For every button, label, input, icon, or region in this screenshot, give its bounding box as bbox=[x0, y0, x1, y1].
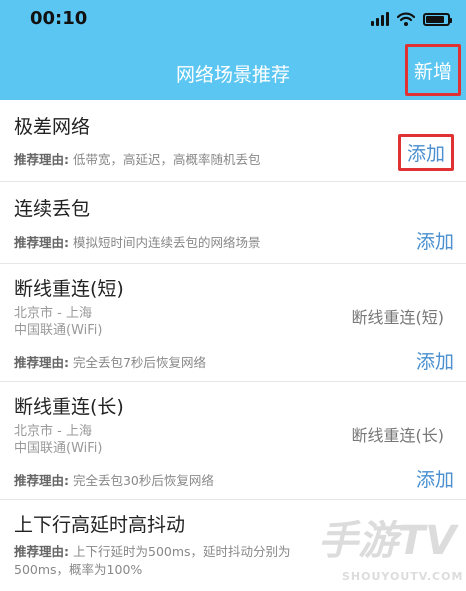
item-reason: 推荐理由: 完全丢包30秒后恢复网络 bbox=[14, 471, 214, 490]
item-carrier: 中国联通(WiFi) bbox=[14, 323, 103, 338]
item-reason: 推荐理由: 上下行延时为500ms，延时抖动分别为 bbox=[14, 542, 291, 561]
reason-text: 完全丢包30秒后恢复网络 bbox=[72, 473, 214, 488]
scene-list: 极差网络 推荐理由: 低带宽，高延迟，高概率随机丢包 添加 连续丢包 推荐理由:… bbox=[0, 100, 466, 577]
signal-icon bbox=[371, 12, 389, 26]
status-icons bbox=[371, 10, 452, 28]
item-location: 北京市 - 上海 bbox=[14, 306, 92, 321]
item-reason: 推荐理由: 完全丢包7秒后恢复网络 bbox=[14, 353, 206, 372]
item-title: 断线重连(短) bbox=[14, 278, 124, 300]
item-carrier: 中国联通(WiFi) bbox=[14, 441, 103, 456]
reason-text-line2: 500ms，概率为100% bbox=[14, 562, 143, 577]
page-title: 网络场景推荐 bbox=[175, 64, 290, 86]
add-button[interactable]: 添加 bbox=[416, 227, 454, 254]
item-title: 断线重连(长) bbox=[14, 396, 124, 418]
list-item: 连续丢包 推荐理由: 模拟短时间内连续丢包的网络场景 添加 bbox=[0, 182, 466, 264]
reason-text: 完全丢包7秒后恢复网络 bbox=[72, 355, 206, 370]
header: 00:10 网络场景推荐 新增 bbox=[0, 0, 466, 100]
reason-label: 推荐理由: bbox=[14, 473, 69, 488]
add-button[interactable]: 添加 bbox=[416, 347, 454, 374]
wifi-icon bbox=[397, 12, 415, 26]
reason-text: 模拟短时间内连续丢包的网络场景 bbox=[72, 235, 261, 250]
list-item: 断线重连(短) 北京市 - 上海 中国联通(WiFi) 断线重连(短) 推荐理由… bbox=[0, 264, 466, 382]
watermark-logo: 手游TV SHOUYOUTV.COM bbox=[318, 508, 463, 588]
item-title: 连续丢包 bbox=[14, 198, 91, 220]
item-scene: 断线重连(短) bbox=[351, 308, 445, 327]
reason-label: 推荐理由: bbox=[14, 544, 69, 559]
reason-text: 低带宽，高延迟，高概率随机丢包 bbox=[72, 152, 261, 167]
item-location: 北京市 - 上海 bbox=[14, 424, 92, 439]
reason-text: 上下行延时为500ms，延时抖动分别为 bbox=[72, 544, 291, 559]
add-button[interactable]: 添加 bbox=[416, 465, 454, 492]
watermark-sub: SHOUYOUTV.COM bbox=[342, 570, 464, 583]
item-reason: 推荐理由: 低带宽，高延迟，高概率随机丢包 bbox=[14, 150, 261, 169]
item-title: 极差网络 bbox=[14, 116, 91, 138]
item-title: 上下行高延时高抖动 bbox=[14, 514, 186, 536]
status-bar: 00:10 bbox=[0, 0, 466, 38]
status-time: 00:10 bbox=[30, 8, 88, 29]
new-button[interactable]: 新增 bbox=[405, 44, 461, 96]
add-button[interactable]: 添加 bbox=[397, 134, 454, 171]
reason-label: 推荐理由: bbox=[14, 355, 69, 370]
reason-label: 推荐理由: bbox=[14, 235, 69, 250]
list-item: 极差网络 推荐理由: 低带宽，高延迟，高概率随机丢包 添加 bbox=[0, 100, 466, 182]
item-reason: 推荐理由: 模拟短时间内连续丢包的网络场景 bbox=[14, 233, 261, 252]
watermark-main: 手游TV bbox=[318, 518, 457, 564]
reason-label: 推荐理由: bbox=[14, 152, 69, 167]
battery-icon bbox=[423, 12, 452, 26]
list-item: 断线重连(长) 北京市 - 上海 中国联通(WiFi) 断线重连(长) 推荐理由… bbox=[0, 382, 466, 500]
item-scene: 断线重连(长) bbox=[351, 426, 445, 445]
